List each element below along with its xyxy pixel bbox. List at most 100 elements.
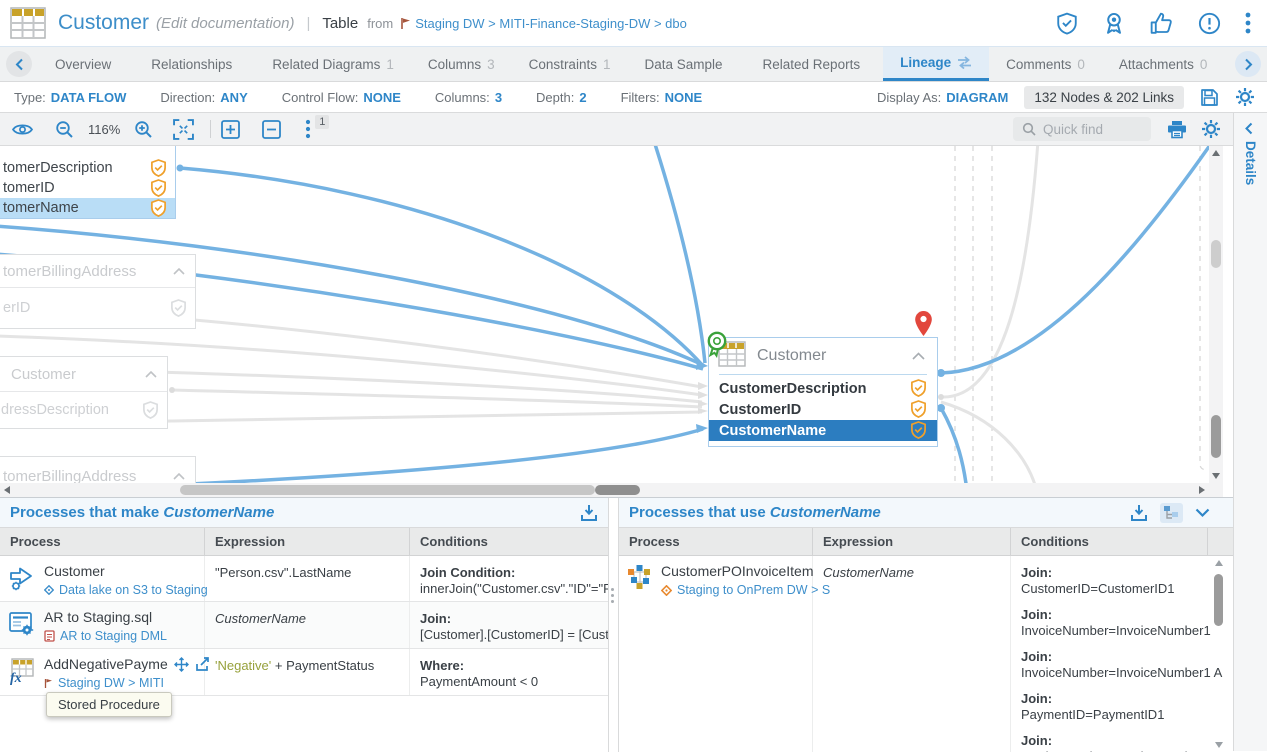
column-header-expression[interactable]: Expression bbox=[813, 528, 1011, 556]
diagram-vertical-scrollbar[interactable] bbox=[1209, 146, 1223, 483]
tab-related-reports[interactable]: Related Reports bbox=[746, 47, 884, 81]
print-icon[interactable] bbox=[1167, 120, 1187, 139]
node-column-row[interactable]: dressDescription bbox=[0, 391, 167, 428]
tab-constraints[interactable]: Constraints1 bbox=[512, 47, 628, 81]
lineage-diagram-canvas[interactable]: tomerDescription tomerID tomerName tomer… bbox=[0, 146, 1233, 497]
chevron-up-icon[interactable] bbox=[145, 371, 157, 378]
tab-relationships[interactable]: Relationships bbox=[134, 47, 255, 81]
details-label[interactable]: Details bbox=[1243, 141, 1258, 185]
tab-lineage[interactable]: Lineage bbox=[883, 47, 989, 81]
alert-circle-icon[interactable] bbox=[1198, 12, 1221, 35]
expand-all-icon[interactable] bbox=[221, 120, 240, 139]
scroll-left-arrow[interactable] bbox=[4, 486, 10, 494]
scrollbar-thumb[interactable] bbox=[595, 485, 640, 495]
tab-overview[interactable]: Overview bbox=[38, 47, 134, 81]
scroll-down-arrow[interactable] bbox=[1212, 473, 1220, 479]
certified-shield-icon[interactable] bbox=[1056, 12, 1078, 35]
scrollbar-thumb[interactable] bbox=[180, 485, 595, 495]
breadcrumb[interactable]: Staging DW > MITI-Finance-Staging-DW > d… bbox=[415, 16, 687, 31]
details-side-panel[interactable]: Details bbox=[1233, 113, 1267, 751]
node-column-row[interactable]: tomerDescription bbox=[0, 158, 175, 178]
column-header-process[interactable]: Process bbox=[619, 528, 813, 556]
process-link[interactable]: Staging DW > MITI bbox=[44, 676, 211, 690]
panel-splitter-handle[interactable] bbox=[609, 585, 616, 606]
zoom-in-icon[interactable] bbox=[134, 120, 153, 139]
node-column-customerid[interactable]: CustomerID bbox=[709, 399, 937, 420]
filter-columns[interactable]: Columns:3 bbox=[435, 90, 502, 105]
thumbs-up-icon[interactable] bbox=[1150, 12, 1174, 35]
zoom-out-icon[interactable] bbox=[55, 120, 74, 139]
table-row[interactable]: AR to Staging.sql AR to Staging DML Cust… bbox=[0, 602, 608, 649]
node-column-customername-selected[interactable]: CustomerName bbox=[709, 420, 937, 441]
visibility-eye-icon[interactable] bbox=[12, 122, 33, 137]
column-header-process[interactable]: Process bbox=[0, 528, 205, 556]
diagram-horizontal-scrollbar[interactable] bbox=[0, 483, 1209, 497]
filter-direction[interactable]: Direction:ANY bbox=[160, 90, 247, 105]
chevron-up-icon[interactable] bbox=[173, 473, 185, 480]
edit-documentation-link[interactable]: (Edit documentation) bbox=[156, 15, 294, 32]
chevron-up-icon[interactable] bbox=[912, 352, 925, 360]
node-column-row-selected[interactable]: tomerName bbox=[0, 198, 175, 218]
tab-related-diagrams[interactable]: Related Diagrams1 bbox=[255, 47, 411, 81]
diagram-node-partial-customer-columns[interactable]: tomerDescription tomerID tomerName bbox=[0, 146, 176, 219]
move-icon[interactable] bbox=[174, 657, 189, 672]
tree-view-toggle-icon[interactable] bbox=[1160, 503, 1183, 523]
collapse-all-icon[interactable] bbox=[262, 120, 281, 139]
process-link[interactable]: Data lake on S3 to Staging bbox=[44, 583, 208, 597]
quick-find-input[interactable]: Quick find bbox=[1013, 117, 1151, 141]
chevron-up-icon[interactable] bbox=[173, 268, 185, 275]
download-icon[interactable] bbox=[1130, 504, 1148, 522]
display-as-selector[interactable]: Display As:DIAGRAM bbox=[877, 90, 1008, 105]
tabs-scroll-right-button[interactable] bbox=[1235, 51, 1261, 77]
column-header-conditions[interactable]: Conditions bbox=[1011, 528, 1208, 556]
tabs-scroll-left-button[interactable] bbox=[6, 51, 32, 77]
collapse-panel-chevron-icon[interactable] bbox=[1195, 508, 1210, 518]
save-icon[interactable] bbox=[1200, 88, 1219, 107]
filter-control-flow[interactable]: Control Flow:NONE bbox=[282, 90, 401, 105]
node-header[interactable]: Customer bbox=[0, 357, 167, 391]
scroll-up-arrow[interactable] bbox=[1215, 560, 1223, 566]
node-header[interactable]: tomerBillingAddress bbox=[0, 255, 195, 287]
filter-depth[interactable]: Depth:2 bbox=[536, 90, 587, 105]
tab-data-sample[interactable]: Data Sample bbox=[627, 47, 745, 81]
process-link[interactable]: AR to Staging DML bbox=[44, 629, 167, 643]
process-link[interactable]: Staging to OnPrem DW > S bbox=[661, 583, 830, 597]
table-row[interactable]: Customer Data lake on S3 to Staging "Per… bbox=[0, 556, 608, 602]
diagram-node-customer[interactable]: Customer CustomerDescription CustomerID … bbox=[708, 337, 938, 447]
diagram-settings-gear-icon[interactable] bbox=[1201, 119, 1221, 139]
process-name[interactable]: CustomerPOInvoiceItem bbox=[661, 563, 830, 579]
scrollbar-thumb[interactable] bbox=[1211, 240, 1221, 268]
diagram-node-partial-customer-gray[interactable]: Customer dressDescription bbox=[0, 356, 168, 429]
fit-to-screen-icon[interactable] bbox=[173, 119, 194, 140]
tab-comments[interactable]: Comments0 bbox=[989, 47, 1102, 81]
process-name[interactable]: AR to Staging.sql bbox=[44, 609, 167, 625]
tab-columns[interactable]: Columns3 bbox=[411, 47, 512, 81]
scrollbar-thumb[interactable] bbox=[1214, 574, 1223, 626]
download-icon[interactable] bbox=[580, 504, 598, 522]
award-ribbon-icon[interactable] bbox=[1102, 11, 1126, 35]
diagram-node-partial-billing-address[interactable]: tomerBillingAddress erID bbox=[0, 254, 196, 329]
conditions-scrollbar[interactable] bbox=[1213, 560, 1224, 748]
column-header-expression[interactable]: Expression bbox=[205, 528, 410, 556]
filter-type[interactable]: Type:DATA FLOW bbox=[14, 90, 126, 105]
node-column-row[interactable]: tomerID bbox=[0, 178, 175, 198]
table-row[interactable]: fx AddNegativePayme Staging DW > MITI 'N… bbox=[0, 649, 608, 696]
more-menu-icon[interactable] bbox=[1245, 11, 1251, 35]
scroll-up-arrow[interactable] bbox=[1212, 150, 1220, 156]
process-name[interactable]: Customer bbox=[44, 563, 208, 579]
overflow-menu-icon[interactable]: 1 bbox=[305, 119, 311, 139]
table-row[interactable]: CustomerPOInvoiceItem Staging to OnPrem … bbox=[619, 556, 1234, 752]
node-column-customerdescription[interactable]: CustomerDescription bbox=[709, 378, 937, 399]
column-header-conditions[interactable]: Conditions bbox=[410, 528, 608, 556]
settings-gear-icon[interactable] bbox=[1235, 87, 1255, 107]
tab-attachments[interactable]: Attachments0 bbox=[1102, 47, 1225, 81]
expand-details-chevron-icon[interactable] bbox=[1244, 122, 1258, 135]
filter-filters[interactable]: Filters:NONE bbox=[621, 90, 703, 105]
map-pin-icon[interactable] bbox=[914, 310, 933, 337]
node-column-row[interactable]: erID bbox=[0, 287, 195, 328]
process-name[interactable]: AddNegativePayme bbox=[44, 656, 168, 672]
zoom-level-value[interactable]: 116% bbox=[88, 122, 120, 137]
scrollbar-thumb[interactable] bbox=[1211, 415, 1221, 458]
scroll-right-arrow[interactable] bbox=[1199, 486, 1205, 494]
scroll-down-arrow[interactable] bbox=[1215, 742, 1223, 748]
